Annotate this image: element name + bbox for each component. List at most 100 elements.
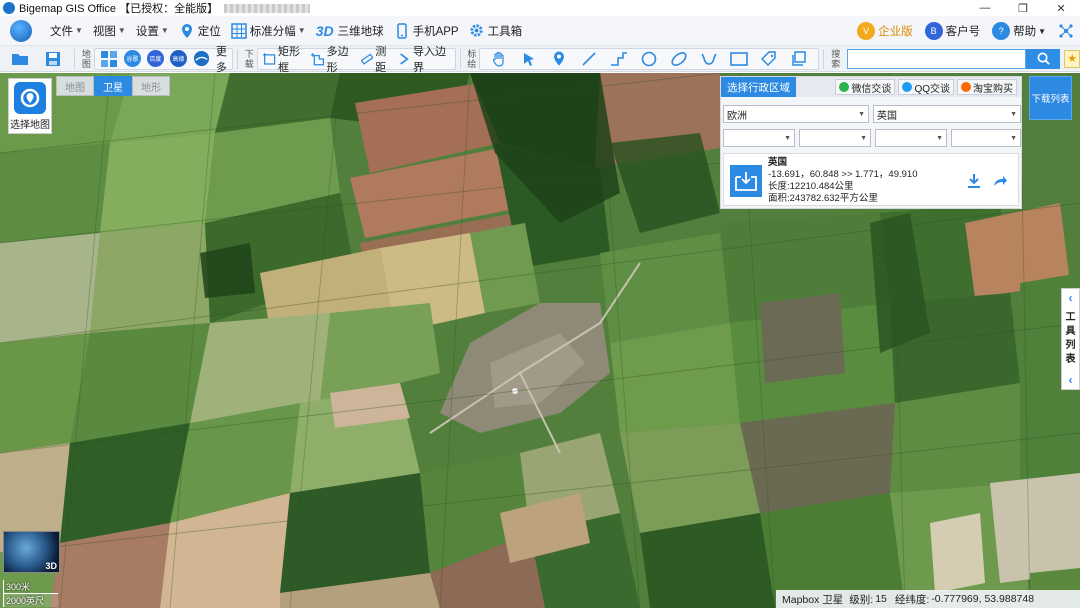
hand-icon — [493, 51, 504, 67]
map-layer-group: 谷歌 百度 高德 更多 — [93, 46, 233, 74]
draw-rectangle-button[interactable] — [724, 48, 754, 70]
share-arrow-icon[interactable] — [992, 173, 1008, 192]
coords-value: -0.777969, 53.988748 — [931, 593, 1035, 605]
wechat-chat-button[interactable]: 微信交谈 — [835, 79, 896, 95]
bigemap-logo-icon — [10, 19, 32, 42]
mobile-app-button[interactable]: 手机APP — [394, 22, 459, 39]
qq-icon — [902, 82, 913, 92]
3d-icon: 3D — [315, 22, 334, 39]
city-select[interactable]: ▼ — [799, 129, 871, 147]
measure-button[interactable]: 测距 — [357, 46, 396, 74]
menu-settings[interactable]: 设置 ▼ — [136, 23, 169, 39]
client-account-button[interactable]: B 客户号 — [924, 22, 980, 40]
coords-label: 经纬度: — [894, 593, 930, 606]
copy-icon — [792, 50, 807, 66]
gaode-layer-button[interactable]: 高德 — [167, 48, 190, 70]
select-map-button[interactable]: 选择地图 — [8, 78, 52, 134]
draw-circle-button[interactable] — [634, 48, 664, 70]
draw-polyline-button[interactable] — [604, 48, 634, 70]
search-icon — [1037, 52, 1050, 65]
menu-file[interactable]: 文件 ▼ — [50, 23, 83, 39]
maximize-button[interactable]: ❐ — [1004, 0, 1042, 16]
draw-arc-button[interactable] — [694, 48, 724, 70]
pan-hand-button[interactable] — [484, 48, 514, 70]
chevron-left-icon: ‹ — [1068, 373, 1073, 387]
province-select[interactable]: ▼ — [723, 129, 795, 147]
chevron-left-icon: ‹ — [1068, 291, 1073, 305]
tab-map[interactable]: 地图 — [56, 76, 94, 96]
globe-icon — [193, 50, 209, 67]
overview-3d-label: 3D — [45, 561, 57, 571]
draw-ellipse-button[interactable] — [664, 48, 694, 70]
close-button[interactable]: ✕ — [1042, 0, 1080, 16]
google-layer-button[interactable]: 谷歌 — [121, 48, 144, 70]
zoom-level-label: 级别: — [849, 593, 874, 606]
scale-bar-feet: 2000英尺 — [3, 593, 59, 607]
grid-icon — [231, 22, 247, 39]
copy-layer-button[interactable] — [784, 48, 814, 70]
download-group-label: 下载 — [244, 48, 254, 69]
layer-switch-button[interactable] — [97, 48, 121, 70]
admin-region-title: 选择行政区域 — [721, 77, 796, 97]
globe-layer-button[interactable] — [190, 48, 213, 70]
import-boundary-button[interactable]: 导入边界 — [396, 46, 452, 74]
gear-icon — [469, 23, 485, 39]
toolbox-button[interactable]: 工具箱 — [469, 23, 522, 39]
folder-icon — [12, 53, 28, 65]
tool-list-panel-toggle[interactable]: ‹ 工 具 列 表 ‹ — [1061, 288, 1080, 390]
toolbar: 地图 谷歌 百度 高德 更多 下载 矩形框 多边形 测距 导入边界 标绘 搜索 … — [0, 46, 1080, 74]
wechat-icon — [839, 82, 850, 92]
taobao-buy-button[interactable]: 淘宝购买 — [957, 79, 1017, 95]
favorite-star-icon[interactable]: ★ — [1064, 49, 1080, 68]
download-list-button[interactable]: 下载列表 — [1029, 76, 1072, 120]
marker-icon — [554, 51, 565, 66]
search-input[interactable] — [847, 48, 1027, 69]
open-folder-button[interactable] — [8, 48, 32, 70]
locate-button[interactable]: 定位 — [179, 23, 221, 39]
buy-icon: B — [924, 22, 943, 40]
help-icon: ? — [992, 22, 1011, 40]
polygon-select-button[interactable]: 多边形 — [308, 46, 357, 74]
tab-terrain[interactable]: 地形 — [132, 76, 170, 96]
baidu-layer-button[interactable]: 百度 — [144, 48, 167, 70]
scale-bar-meters: 300米 — [3, 580, 53, 594]
continent-select[interactable]: 欧洲 ▼ — [723, 105, 869, 123]
menu-view[interactable]: 视图 ▼ — [93, 23, 126, 39]
location-pin-icon — [179, 23, 195, 39]
overview-globe-map[interactable]: 3D — [3, 531, 60, 573]
taobao-icon — [961, 82, 971, 92]
tool-list-label-4: 表 — [1065, 354, 1076, 365]
draw-line-button[interactable] — [574, 48, 604, 70]
standard-sheet-button[interactable]: 标准分幅 ▼ — [231, 22, 306, 39]
circle-icon — [642, 51, 657, 66]
region-length: 长度:12210.484公里 — [768, 181, 854, 192]
phone-icon — [394, 22, 410, 39]
tag-label-button[interactable] — [754, 48, 784, 70]
select-arrow-button[interactable] — [514, 48, 544, 70]
three-d-globe-button[interactable]: 3D 三维地球 — [316, 23, 384, 39]
tab-satellite[interactable]: 卫星 — [94, 76, 132, 96]
help-button[interactable]: ? 帮助 ▼ — [992, 22, 1046, 40]
region-area: 面积:243782.632平方公里 — [768, 193, 878, 204]
more-layers-button[interactable]: 更多 — [213, 46, 230, 74]
save-button[interactable] — [42, 48, 64, 70]
map-pin-icon — [14, 81, 46, 114]
country-select[interactable]: 英国 ▼ — [873, 105, 1021, 123]
share-network-icon[interactable] — [1058, 23, 1074, 39]
download-icon[interactable] — [966, 173, 982, 192]
district-select[interactable]: ▼ — [875, 129, 947, 147]
region-result-card[interactable]: 英国 -13.691，60.848 >> 1.771，49.910 长度:122… — [723, 153, 1019, 206]
town-select[interactable]: ▼ — [951, 129, 1021, 147]
rectangle-select-button[interactable]: 矩形框 — [260, 46, 309, 74]
minimize-button[interactable]: — — [966, 0, 1004, 16]
region-name: 英国 — [768, 157, 788, 168]
admin-region-panel: 选择行政区域 微信交谈 QQ交谈 淘宝购买 欧洲▼ 英国▼ ▼ ▼ ▼ ▼ — [720, 76, 1022, 209]
app-icon — [3, 2, 15, 14]
enterprise-button[interactable]: V 企业版 — [857, 22, 913, 40]
search-button[interactable] — [1026, 48, 1061, 69]
tool-list-label-3: 列 — [1065, 340, 1076, 351]
add-marker-button[interactable] — [544, 48, 574, 70]
qq-chat-button[interactable]: QQ交谈 — [898, 79, 954, 95]
region-download-icon[interactable] — [730, 165, 762, 197]
tag-icon — [761, 50, 777, 66]
